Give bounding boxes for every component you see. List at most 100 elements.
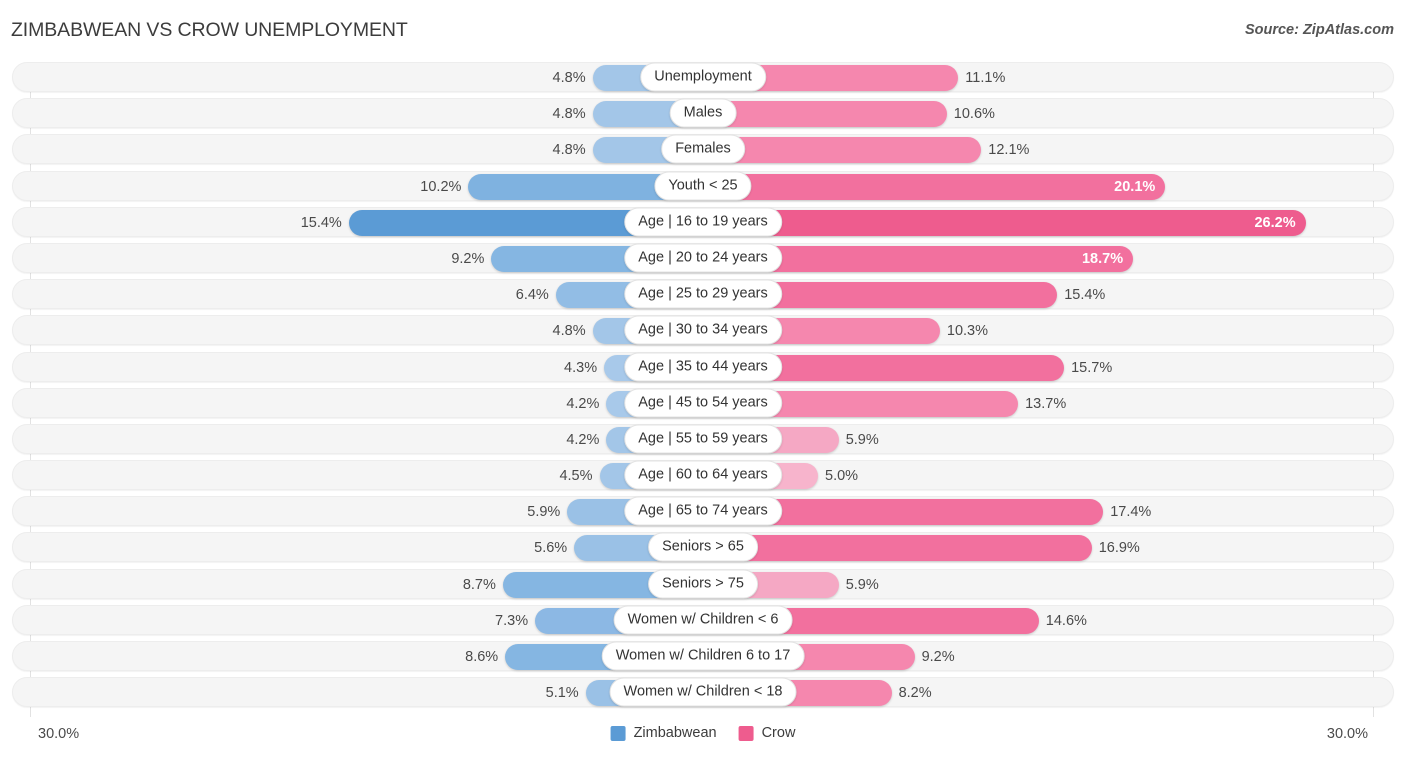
bar-value-right: 13.7% xyxy=(1025,395,1067,412)
bar-value-right: 5.0% xyxy=(825,468,859,485)
bar-track-right: 5.0% xyxy=(703,463,1393,490)
table-row[interactable]: 8.6% 9.2% Women w/ Children 6 to 17 xyxy=(12,641,1394,671)
bar-value-left: 4.3% xyxy=(564,359,598,376)
row-category-label: Women w/ Children < 18 xyxy=(609,677,797,707)
bar-value-left: 10.2% xyxy=(420,178,462,195)
table-row[interactable]: 4.5% 5.0% Age | 60 to 64 years xyxy=(12,460,1394,491)
table-row[interactable]: 9.2% 18.7% Age | 20 to 24 years xyxy=(12,242,1394,273)
chart-legend: Zimbabwean Crow xyxy=(610,725,795,741)
table-row[interactable]: 4.8% 12.1% Females xyxy=(12,134,1394,165)
bar-value-right: 5.9% xyxy=(845,431,879,448)
bar-track-left: 5.1% xyxy=(13,680,703,707)
row-category-label: Age | 65 to 74 years xyxy=(624,496,782,526)
bar-track-left: 8.6% xyxy=(13,644,703,670)
bar-value-right: 26.2% xyxy=(1254,214,1296,231)
table-row[interactable]: 5.1% 8.2% Women w/ Children < 18 xyxy=(12,677,1394,708)
bar-value-right: 15.7% xyxy=(1071,359,1113,376)
bar-value-left: 15.4% xyxy=(300,214,342,231)
chart-plot-area: 4.8% 11.1% Unemployment 4.8% 10.6% Males 4.8% 1… xyxy=(0,62,1406,717)
bar-track-right: 10.6% xyxy=(703,101,1393,128)
bar-track-right: 26.2% xyxy=(703,209,1393,236)
bar-value-left: 8.6% xyxy=(465,649,499,665)
legend-item[interactable]: Crow xyxy=(738,725,795,741)
page-title: ZIMBABWEAN VS CROW UNEMPLOYMENT xyxy=(11,19,408,41)
axis-label-right: 30.0% xyxy=(1326,726,1368,742)
table-row[interactable]: 7.3% 14.6% Women w/ Children < 6 xyxy=(12,604,1394,635)
bar-track-right: 5.9% xyxy=(703,426,1393,453)
bar-crow[interactable]: 26.2% xyxy=(703,209,1306,236)
bar-value-left: 5.9% xyxy=(527,504,561,521)
bar-value-right: 10.3% xyxy=(946,323,989,340)
bar-track-right: 17.4% xyxy=(703,499,1393,526)
bar-value-right: 8.2% xyxy=(898,685,932,702)
row-category-label: Age | 20 to 24 years xyxy=(624,243,782,273)
table-row[interactable]: 8.7% 5.9% Seniors > 75 xyxy=(12,568,1394,599)
legend-swatch-icon xyxy=(610,725,626,741)
bar-track-right: 11.1% xyxy=(703,65,1393,91)
bar-value-right: 17.4% xyxy=(1110,504,1152,521)
bar-value-left: 4.8% xyxy=(552,323,586,340)
bar-track-left: 15.4% xyxy=(13,209,703,236)
table-row[interactable]: 6.4% 15.4% Age | 25 to 29 years xyxy=(12,279,1394,310)
bar-crow[interactable]: 20.1% xyxy=(703,173,1166,200)
bar-track-left: 5.9% xyxy=(13,499,703,526)
bar-track-left: 4.8% xyxy=(13,318,703,345)
bar-crow[interactable]: 10.6% xyxy=(703,101,995,128)
bar-track-left: 5.6% xyxy=(13,535,703,562)
bar-track-right: 10.3% xyxy=(703,318,1393,345)
bar-value-right: 15.4% xyxy=(1064,287,1106,304)
chart-footer: 30.0% 30.0% Zimbabwean Crow xyxy=(0,717,1406,757)
row-category-label: Age | 35 to 44 years xyxy=(624,352,782,381)
bar-track-right: 12.1% xyxy=(703,137,1393,164)
table-row[interactable]: 5.6% 16.9% Seniors > 65 xyxy=(12,532,1394,563)
row-category-label: Youth < 25 xyxy=(654,171,752,201)
bar-track-left: 4.2% xyxy=(13,426,703,453)
bar-value-right: 9.2% xyxy=(921,649,955,665)
table-row[interactable]: 4.2% 13.7% Age | 45 to 54 years xyxy=(12,387,1394,418)
bar-track-right: 15.4% xyxy=(703,282,1393,309)
legend-item[interactable]: Zimbabwean xyxy=(610,725,717,741)
bar-track-right: 13.7% xyxy=(703,390,1393,417)
bar-track-right: 15.7% xyxy=(703,354,1393,381)
bar-value-right: 5.9% xyxy=(845,576,879,593)
bar-value-right: 10.6% xyxy=(953,106,995,123)
table-row[interactable]: 10.2% 20.1% Youth < 25 xyxy=(12,170,1394,201)
table-row[interactable]: 4.2% 5.9% Age | 55 to 59 years xyxy=(12,423,1394,454)
row-category-label: Females xyxy=(661,134,745,164)
row-category-label: Age | 30 to 34 years xyxy=(624,315,782,345)
row-category-label: Seniors > 75 xyxy=(648,569,758,599)
bar-value-left: 5.1% xyxy=(545,685,579,702)
bar-value-left: 4.2% xyxy=(566,395,600,412)
bar-value-right: 12.1% xyxy=(988,142,1030,159)
row-category-label: Seniors > 65 xyxy=(648,532,758,562)
bar-track-left: 4.3% xyxy=(13,354,703,381)
table-row[interactable]: 4.8% 11.1% Unemployment xyxy=(12,62,1394,92)
chart-header: ZIMBABWEAN VS CROW UNEMPLOYMENT Source: … xyxy=(0,0,1406,60)
bar-value-right: 11.1% xyxy=(965,70,1006,86)
bar-rows-container: 4.8% 11.1% Unemployment 4.8% 10.6% Males 4.8% 1… xyxy=(0,62,1406,713)
row-category-label: Males xyxy=(669,98,737,128)
bar-track-left: 7.3% xyxy=(13,607,703,634)
table-row[interactable]: 4.8% 10.3% Age | 30 to 34 years xyxy=(12,315,1394,346)
bar-value-right: 18.7% xyxy=(1081,250,1124,267)
bar-value-left: 4.5% xyxy=(559,468,593,485)
bar-crow[interactable]: 16.9% xyxy=(703,535,1140,562)
bar-value-left: 5.6% xyxy=(534,540,568,557)
bar-track-left: 6.4% xyxy=(13,282,703,309)
bar-value-right: 16.9% xyxy=(1098,540,1140,557)
bar-value-left: 4.8% xyxy=(552,70,586,86)
bar-track-right: 9.2% xyxy=(703,644,1393,670)
table-row[interactable]: 4.8% 10.6% Males xyxy=(12,98,1394,129)
source-attribution: Source: ZipAtlas.com xyxy=(1244,22,1394,38)
bar-track-right: 5.9% xyxy=(703,571,1393,598)
table-row[interactable]: 4.3% 15.7% Age | 35 to 44 years xyxy=(12,351,1394,382)
table-row[interactable]: 5.9% 17.4% Age | 65 to 74 years xyxy=(12,496,1394,527)
bar-track-left: 4.8% xyxy=(13,101,703,128)
row-category-label: Women w/ Children < 6 xyxy=(613,605,793,635)
row-category-label: Age | 25 to 29 years xyxy=(624,279,782,309)
table-row[interactable]: 15.4% 26.2% Age | 16 to 19 years xyxy=(12,206,1394,237)
bar-track-left: 4.8% xyxy=(13,65,703,91)
row-category-label: Age | 45 to 54 years xyxy=(624,388,782,418)
bar-value-left: 4.2% xyxy=(566,431,600,448)
legend-swatch-icon xyxy=(738,725,754,741)
